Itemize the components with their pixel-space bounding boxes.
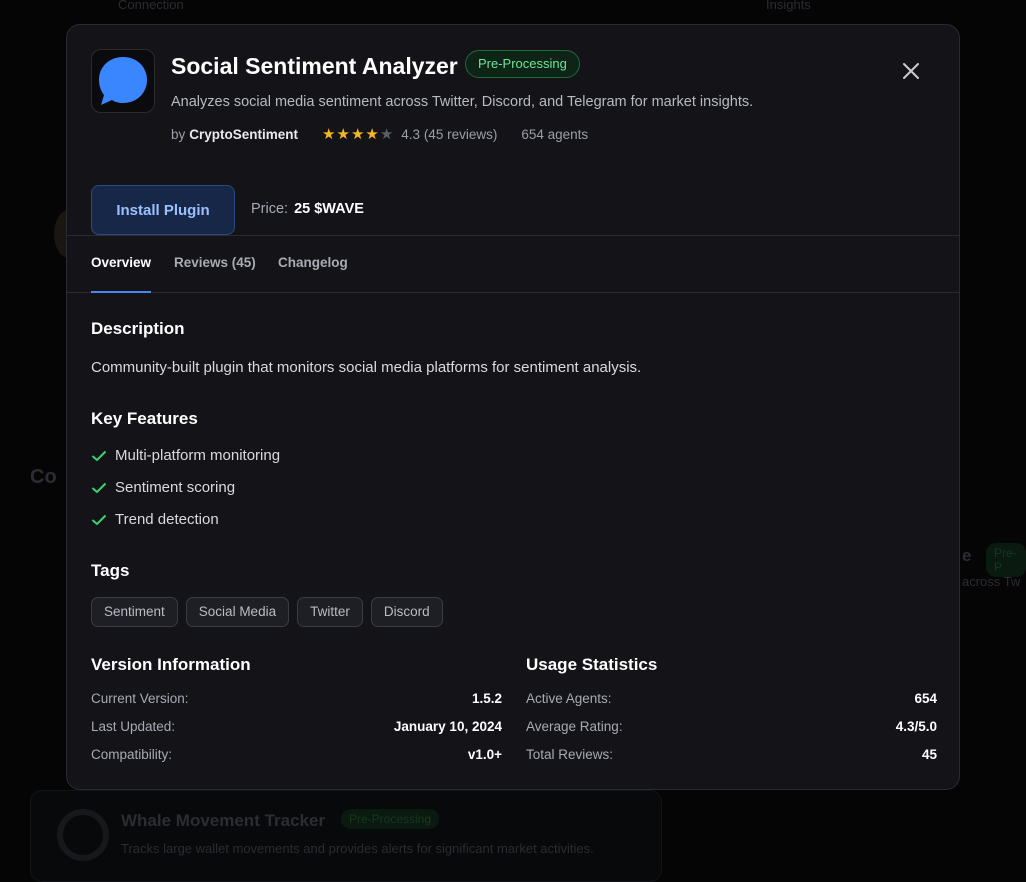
- tab-reviews[interactable]: Reviews (45): [174, 236, 256, 292]
- bg-card-badge: Pre-P: [986, 543, 1026, 577]
- status-badge: Pre-Processing: [465, 50, 580, 78]
- bg-section-heading: Co: [30, 466, 57, 488]
- star-icon: ★: [365, 126, 379, 143]
- version-heading: Version Information: [91, 655, 251, 674]
- bg-card-badge-whale: Pre-Processing: [341, 809, 440, 829]
- install-plugin-button[interactable]: Install Plugin: [91, 185, 235, 235]
- tags-heading: Tags: [91, 561, 130, 580]
- star-icon: ★: [336, 126, 350, 143]
- stat-value: v1.0+: [467, 747, 502, 762]
- plugin-detail-modal: Social Sentiment Analyzer Pre-Processing…: [66, 24, 960, 790]
- plugin-icon: [91, 49, 155, 113]
- star-icon: ★: [322, 126, 336, 143]
- chat-bubble-icon: [99, 57, 147, 105]
- star-icon: ★: [350, 126, 365, 143]
- stat-label: Last Updated:: [91, 719, 176, 734]
- check-icon: [92, 482, 106, 493]
- version-row: Compatibility: v1.0+: [91, 747, 502, 767]
- features-heading: Key Features: [91, 409, 198, 428]
- author-link[interactable]: CryptoSentiment: [189, 127, 298, 142]
- description-heading: Description: [91, 319, 185, 338]
- stat-value: 1.5.2: [471, 691, 502, 706]
- description-text: Community-built plugin that monitors soc…: [91, 359, 642, 376]
- price-label: Price:: [251, 201, 289, 217]
- stat-label: Total Reviews:: [526, 747, 614, 762]
- bg-fragment-left: Connection: [118, 0, 184, 12]
- version-row: Current Version: 1.5.2: [91, 691, 502, 711]
- close-icon[interactable]: [902, 62, 920, 80]
- usage-row: Total Reviews: 45: [526, 747, 937, 767]
- tab-bar: Overview Reviews (45) Changelog: [67, 235, 959, 293]
- usage-heading: Usage Statistics: [526, 655, 658, 674]
- bg-card-title-whale: Whale Movement Tracker: [121, 811, 326, 830]
- bg-card-desc-whale: Tracks large wallet movements and provid…: [121, 841, 594, 856]
- stat-value: 45: [921, 747, 937, 762]
- bg-fragment-right: Insights: [766, 0, 811, 12]
- stat-value: 4.3/5.0: [895, 719, 937, 734]
- stat-label: Compatibility:: [91, 747, 173, 762]
- stat-value: January 10, 2024: [393, 719, 502, 734]
- plugin-meta: by CryptoSentiment ★ ★ ★ ★ ★ 4.3 (45 rev…: [171, 127, 588, 142]
- stat-value: 654: [914, 691, 937, 706]
- feature-label: Multi-platform monitoring: [115, 447, 281, 464]
- stat-label: Average Rating:: [526, 719, 623, 734]
- tag-list: Sentiment Social Media Twitter Discord: [91, 597, 443, 627]
- feature-label: Sentiment scoring: [115, 479, 236, 496]
- agents-count: 654 agents: [521, 127, 589, 142]
- feature-item: Multi-platform monitoring: [91, 447, 280, 464]
- plugin-subtitle: Analyzes social media sentiment across T…: [171, 94, 754, 110]
- tag-chip[interactable]: Sentiment: [91, 597, 178, 627]
- bg-plugin-card[interactable]: Whale Movement Tracker Pre-Processing Tr…: [30, 790, 662, 882]
- close-button[interactable]: [895, 55, 927, 87]
- stat-label: Current Version:: [91, 691, 189, 706]
- stat-label: Active Agents:: [526, 691, 612, 706]
- tag-chip[interactable]: Discord: [370, 597, 443, 627]
- bg-card-text: across Tw: [962, 574, 1021, 589]
- plugin-title: Social Sentiment Analyzer: [171, 53, 458, 79]
- feature-item: Trend detection: [91, 511, 219, 528]
- price: Price: 25 $WAVE: [251, 201, 364, 217]
- price-value: 25 $WAVE: [294, 201, 364, 217]
- bg-card-title: e: [962, 546, 972, 565]
- bg-card-icon: [57, 809, 109, 861]
- usage-row: Average Rating: 4.3/5.0: [526, 719, 937, 739]
- tag-chip[interactable]: Twitter: [297, 597, 363, 627]
- tab-changelog[interactable]: Changelog: [278, 236, 348, 292]
- rating-stars: ★ ★ ★ ★ ★: [322, 127, 393, 142]
- author-prefix: by: [171, 127, 186, 142]
- star-icon: ★: [379, 126, 394, 143]
- feature-label: Trend detection: [115, 511, 219, 528]
- tag-chip[interactable]: Social Media: [185, 597, 290, 627]
- rating-text: 4.3 (45 reviews): [401, 127, 498, 142]
- check-icon: [92, 450, 106, 461]
- version-row: Last Updated: January 10, 2024: [91, 719, 502, 739]
- modal-header: Social Sentiment Analyzer Pre-Processing…: [91, 49, 935, 239]
- check-icon: [92, 514, 106, 525]
- usage-row: Active Agents: 654: [526, 691, 937, 711]
- feature-item: Sentiment scoring: [91, 479, 235, 496]
- tab-overview[interactable]: Overview: [91, 236, 152, 293]
